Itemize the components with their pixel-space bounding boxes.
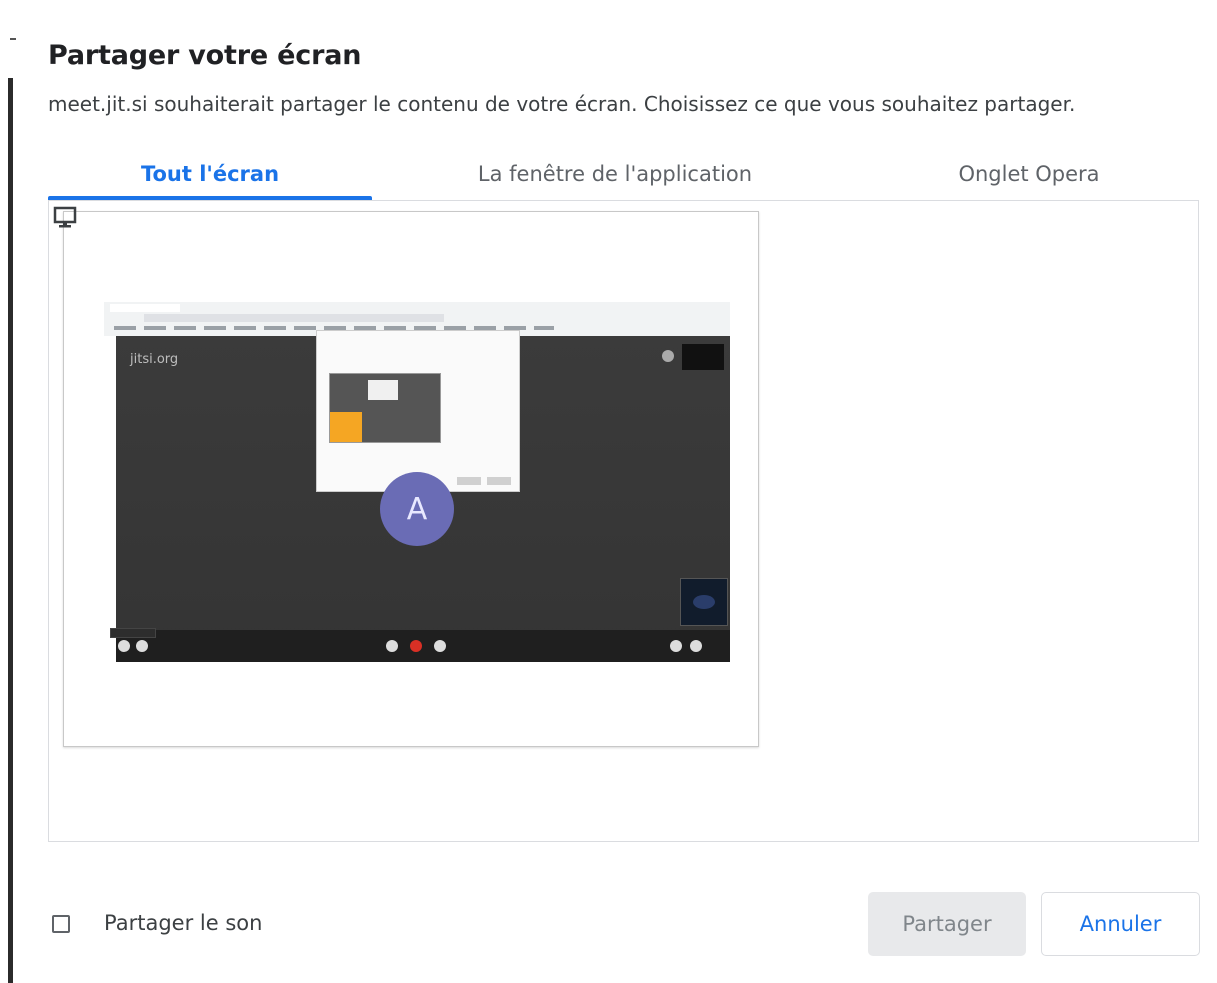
monitor-icon — [53, 206, 77, 228]
preview-self-view — [680, 578, 728, 626]
preview-camera-icon — [434, 640, 446, 652]
preview-mic-icon — [386, 640, 398, 652]
cancel-button[interactable]: Annuler — [1041, 892, 1200, 956]
edge-tick — [10, 38, 16, 40]
preview-nested-dialog — [316, 330, 520, 492]
preview-nested-buttons — [457, 477, 513, 485]
preview-sidebar — [104, 336, 116, 662]
preview-name-label — [110, 628, 156, 638]
preview-tab — [110, 304, 180, 312]
source-list-panel: jitsi.org A — [48, 200, 1199, 842]
screen-preview-image: jitsi.org A — [104, 302, 730, 662]
preview-more-icon — [690, 640, 702, 652]
edge-bar — [8, 78, 13, 983]
share-screen-dialog: Partager votre écran meet.jit.si souhait… — [48, 30, 1200, 970]
preview-hangup-icon — [410, 640, 422, 652]
tab-entire-screen[interactable]: Tout l'écran — [48, 148, 372, 200]
dialog-title: Partager votre écran — [48, 40, 362, 71]
share-audio-checkbox[interactable] — [52, 915, 70, 933]
screen-thumbnail[interactable]: jitsi.org A — [63, 211, 759, 747]
source-tabs: Tout l'écran La fenêtre de l'application… — [48, 148, 1200, 200]
window-edge — [0, 0, 16, 983]
preview-status-dot — [662, 350, 674, 362]
tab-opera-tab[interactable]: Onglet Opera — [858, 148, 1200, 200]
dialog-footer: Partager le son Partager Annuler — [48, 892, 1200, 956]
preview-raise-hand-icon — [136, 640, 148, 652]
preview-self-view-shape — [693, 595, 715, 609]
preview-avatar: A — [380, 472, 454, 546]
share-button[interactable]: Partager — [868, 892, 1026, 956]
preview-nested-panel — [330, 412, 362, 442]
preview-jitsi-logo: jitsi.org — [130, 352, 179, 367]
tab-application-window[interactable]: La fenêtre de l'application — [372, 148, 858, 200]
preview-toolbar — [116, 630, 730, 662]
share-audio-label[interactable]: Partager le son — [104, 911, 262, 935]
preview-tile-icon — [670, 640, 682, 652]
preview-chat-icon — [118, 640, 130, 652]
preview-urlbar — [144, 314, 444, 322]
preview-nested-window — [368, 380, 398, 400]
preview-remote-video — [682, 344, 724, 370]
dialog-subtitle: meet.jit.si souhaiterait partager le con… — [48, 92, 1076, 116]
preview-nested-thumbnail — [329, 373, 441, 443]
